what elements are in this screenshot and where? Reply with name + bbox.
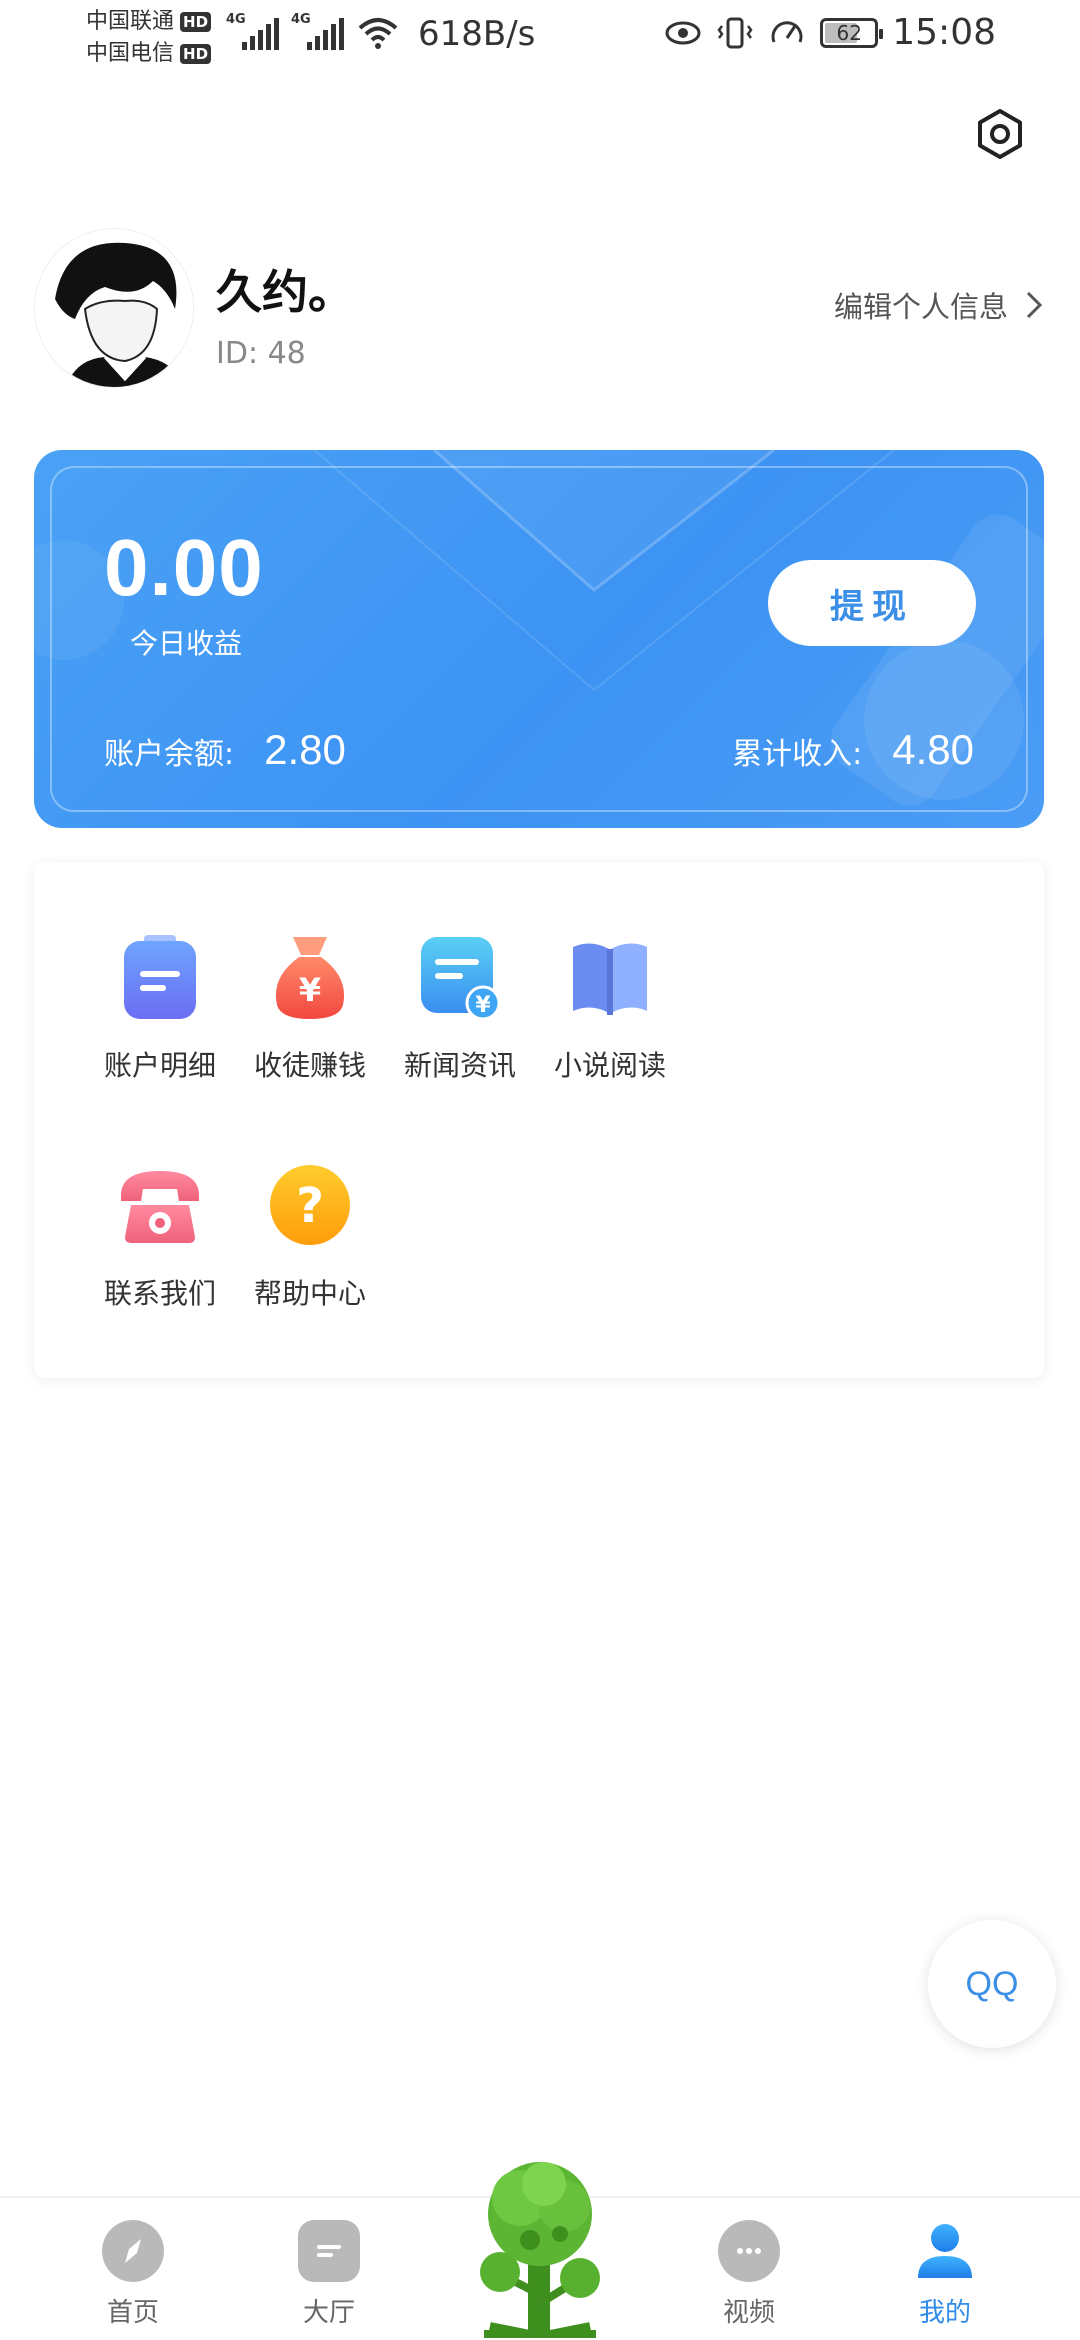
withdraw-button[interactable]: 提现 [768, 560, 976, 646]
compass-icon [102, 2220, 164, 2282]
vibrate-icon [717, 17, 753, 48]
today-earnings-label: 今日收益 [130, 627, 243, 660]
menu-item-label: 帮助中心 [253, 1277, 366, 1310]
book-icon [573, 943, 647, 1015]
account-detail-icon [124, 935, 196, 1019]
carrier-1: 中国联通 [86, 9, 175, 34]
total-value: 4.80 [892, 726, 974, 773]
chevron-right-icon [1026, 291, 1043, 319]
tree-icon[interactable] [460, 2154, 620, 2340]
svg-text:¥: ¥ [475, 993, 491, 1018]
hd-badge: HD [180, 12, 212, 32]
clock: 15:08 [892, 12, 996, 53]
net-speed: 618B/s [418, 14, 536, 54]
avatar-image [35, 229, 193, 387]
nav-item-mine[interactable]: 我的 [880, 2220, 1010, 2329]
menu-item-label: 收徒赚钱 [253, 1049, 366, 1082]
nav-item-home[interactable]: 首页 [68, 2220, 198, 2329]
qq-contact-button[interactable]: QQ [928, 1920, 1056, 2048]
menu-item-help[interactable]: ? 帮助中心 [220, 1160, 400, 1312]
balance-label: 账户余额: [104, 737, 235, 772]
menu-item-label: 小说阅读 [553, 1049, 666, 1082]
net-type-label: 4G [226, 12, 246, 27]
settings-hex-icon [978, 109, 1022, 159]
nav-label: 首页 [106, 2298, 159, 2328]
net-type-label: 4G [291, 12, 311, 27]
battery-icon: 62 [820, 17, 884, 48]
wifi-icon [358, 18, 398, 49]
user-icon [914, 2220, 976, 2282]
money-bag-icon: ¥ [275, 937, 345, 1019]
today-earnings-value: 0.00 [104, 523, 264, 612]
svg-text:¥: ¥ [299, 971, 321, 1009]
balance-value: 2.80 [264, 726, 346, 773]
user-id: ID: 48 [216, 336, 306, 371]
battery-level: 62 [836, 20, 862, 45]
nav-label: 视频 [722, 2298, 775, 2328]
signal-icon: 4G [226, 12, 279, 50]
edit-profile-label: 编辑个人信息 [833, 290, 1008, 324]
signal-icon: 4G [291, 12, 344, 50]
menu-item-label: 新闻资讯 [403, 1049, 516, 1082]
status-bar: 中国联通 HD 中国电信 HD 4G 4G 618B/s 62 15:08 [0, 0, 1080, 80]
menu-item-label: 账户明细 [103, 1049, 216, 1082]
carrier-info: 中国联通 HD 中国电信 HD [86, 6, 212, 70]
carrier-2: 中国电信 [86, 41, 175, 66]
nav-item-hall[interactable]: 大厅 [264, 2220, 394, 2329]
username: 久约。 [216, 265, 354, 319]
settings-button[interactable] [972, 106, 1028, 162]
menu-item-label: 联系我们 [103, 1277, 216, 1310]
nav-label: 大厅 [302, 2298, 355, 2328]
news-icon: ¥ [421, 937, 501, 1021]
nav-item-video[interactable]: 视频 [684, 2220, 814, 2329]
menu-item-novel[interactable]: 小说阅读 [520, 932, 700, 1084]
help-icon: ? [270, 1165, 350, 1245]
chat-bubble-icon [718, 2220, 780, 2282]
avatar[interactable] [34, 228, 194, 388]
speedometer-icon [771, 20, 803, 43]
edit-profile-link[interactable]: 编辑个人信息 [834, 284, 1044, 326]
earnings-card: 0.00 今日收益 提现 账户余额: 2.80 累计收入: 4.80 [34, 450, 1044, 828]
eye-icon [665, 21, 701, 44]
hd-badge: HD [180, 44, 212, 64]
menu-grid: 账户明细 ¥ 收徒赚钱 ¥ 新闻资讯 小说阅读 联系我们 ? 帮助中心 [34, 862, 1044, 1378]
total-label: 累计收入: [732, 737, 863, 772]
phone-icon [121, 1171, 199, 1243]
account-balance: 账户余额: 2.80 [104, 726, 346, 774]
signal-indicators: 4G 4G [226, 12, 398, 50]
hall-icon [298, 2220, 360, 2282]
nav-label: 我的 [918, 2298, 971, 2328]
svg-text:?: ? [296, 1178, 324, 1234]
total-income: 累计收入: 4.80 [732, 726, 974, 774]
